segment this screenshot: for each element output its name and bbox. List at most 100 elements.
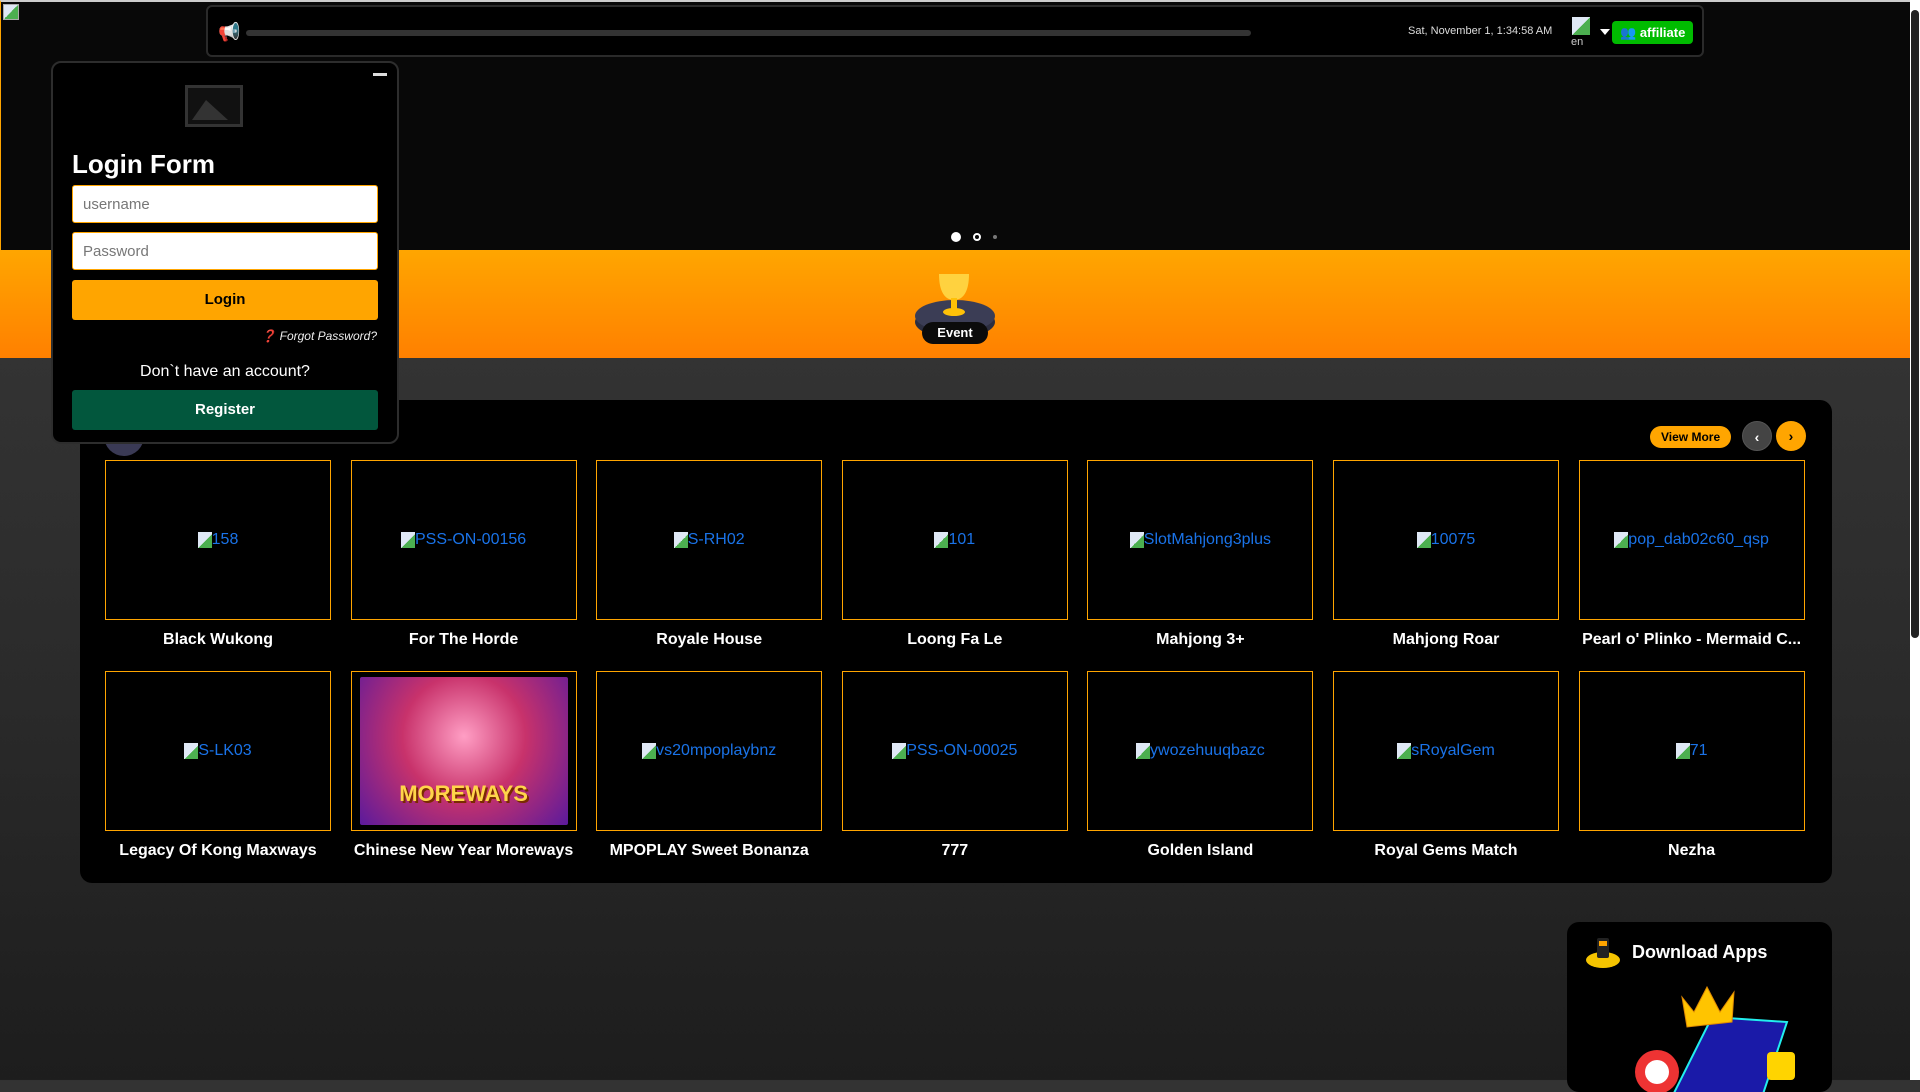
game-thumbnail[interactable]: 71 bbox=[1578, 671, 1805, 831]
game-image-alt: 10075 bbox=[1430, 531, 1476, 548]
game-card[interactable]: 158 Black Wukong bbox=[105, 460, 331, 649]
users-icon: 👥 bbox=[1620, 25, 1637, 40]
carousel-dot[interactable] bbox=[993, 235, 997, 239]
game-card[interactable]: PSS-ON-00156 For The Horde bbox=[350, 460, 577, 649]
game-card[interactable]: PSS-ON-00025 777 bbox=[841, 671, 1068, 860]
broken-image-icon bbox=[892, 743, 907, 759]
event-button[interactable]: Event bbox=[922, 322, 988, 344]
game-thumbnail[interactable]: PSS-ON-00025 bbox=[841, 671, 1068, 831]
announcement-marquee bbox=[246, 30, 1251, 36]
login-button[interactable]: Login bbox=[72, 280, 378, 320]
game-thumbnail[interactable]: S-RH02 bbox=[596, 460, 823, 620]
game-card[interactable]: sRoyalGem Royal Gems Match bbox=[1333, 671, 1559, 860]
game-card[interactable]: pop_dab02c60_qsp Pearl o' Plinko - Mermai… bbox=[1578, 460, 1805, 649]
top-bar: 📢 Sat, November 1, 1:34:58 AM en 👥 affil… bbox=[206, 5, 1704, 57]
game-thumbnail[interactable]: 158 bbox=[105, 460, 331, 620]
broken-image-icon bbox=[934, 532, 949, 548]
game-title[interactable]: Mahjong 3+ bbox=[1087, 631, 1313, 649]
game-thumbnail[interactable]: ywozehuuqbazc bbox=[1087, 671, 1314, 831]
no-account-text: Don`t have an account? bbox=[140, 363, 310, 380]
game-title[interactable]: Golden Island bbox=[1087, 842, 1313, 860]
view-more-button[interactable]: View More bbox=[1650, 426, 1732, 448]
carousel-dot-active[interactable] bbox=[951, 232, 961, 242]
game-thumbnail[interactable]: 101 bbox=[841, 460, 1068, 620]
game-title[interactable]: 777 bbox=[842, 842, 1068, 860]
game-image-alt: 101 bbox=[948, 531, 976, 548]
flag-icon[interactable] bbox=[1572, 17, 1590, 35]
game-thumbnail[interactable]: S-LK03 bbox=[105, 671, 331, 831]
game-thumbnail[interactable]: vs20mpoplaybnz bbox=[596, 671, 823, 831]
password-input[interactable] bbox=[72, 232, 378, 270]
affiliate-label: affiliate bbox=[1639, 25, 1686, 40]
game-title[interactable]: Chinese New Year Moreways bbox=[351, 842, 577, 860]
chevron-down-icon[interactable] bbox=[1600, 29, 1610, 35]
game-card[interactable]: S-LK03 Legacy Of Kong Maxways bbox=[105, 671, 331, 860]
broken-image-icon bbox=[673, 532, 688, 548]
prev-arrow-button[interactable]: ‹ bbox=[1742, 421, 1772, 451]
register-button[interactable]: Register bbox=[72, 390, 378, 430]
game-title[interactable]: MPOPLAY Sweet Bonanza bbox=[596, 842, 822, 860]
game-card[interactable]: S-RH02 Royale House bbox=[596, 460, 823, 649]
game-art-text: MOREWAYS bbox=[399, 781, 528, 806]
broken-image-icon bbox=[1129, 532, 1144, 548]
game-card[interactable]: vs20mpoplaybnz MPOPLAY Sweet Bonanza bbox=[596, 671, 823, 860]
game-image-alt: 158 bbox=[211, 531, 239, 548]
broken-image-icon bbox=[1675, 743, 1690, 759]
game-title[interactable]: Royale House bbox=[596, 631, 822, 649]
game-title[interactable]: Loong Fa Le bbox=[842, 631, 1068, 649]
game-title[interactable]: Pearl o' Plinko - Mermaid C... bbox=[1579, 631, 1805, 649]
broken-image-icon bbox=[1416, 532, 1431, 548]
game-thumbnail[interactable]: MOREWAYS bbox=[350, 671, 577, 831]
game-card[interactable]: ywozehuuqbazc Golden Island bbox=[1087, 671, 1314, 860]
download-apps-panel: Download Apps bbox=[1567, 922, 1832, 1092]
game-title[interactable]: Mahjong Roar bbox=[1333, 631, 1559, 649]
phone-icon bbox=[1586, 938, 1620, 968]
broken-image-icon bbox=[642, 743, 657, 759]
broken-image-icon bbox=[3, 4, 19, 20]
game-thumbnail[interactable]: 10075 bbox=[1333, 460, 1559, 620]
broken-image-icon bbox=[184, 743, 199, 759]
game-image-alt: SlotMahjong3plus bbox=[1143, 531, 1271, 548]
download-apps-title: Download Apps bbox=[1632, 942, 1768, 962]
game-art: MOREWAYS bbox=[359, 677, 568, 825]
game-title[interactable]: Black Wukong bbox=[105, 631, 331, 649]
carousel-dot[interactable] bbox=[973, 233, 981, 241]
game-thumbnail[interactable]: pop_dab02c60_qsp bbox=[1578, 460, 1805, 620]
minimize-icon[interactable] bbox=[373, 73, 387, 76]
game-card[interactable]: 71 Nezha bbox=[1578, 671, 1805, 860]
game-thumbnail[interactable]: sRoyalGem bbox=[1333, 671, 1559, 831]
username-input[interactable] bbox=[72, 185, 378, 223]
game-image-alt: S-LK03 bbox=[198, 742, 252, 759]
broken-image-icon bbox=[197, 532, 212, 548]
broken-image-icon bbox=[401, 532, 415, 548]
game-title[interactable]: Nezha bbox=[1579, 842, 1805, 860]
game-image-alt: pop_dab02c60_qsp bbox=[1628, 531, 1769, 548]
login-title: Login Form bbox=[72, 149, 215, 179]
game-card[interactable]: MOREWAYS Chinese New Year Moreways bbox=[350, 671, 577, 860]
game-title[interactable]: For The Horde bbox=[351, 631, 577, 649]
carousel-dots bbox=[951, 232, 997, 242]
game-image-alt: vs20mpoplaybnz bbox=[656, 742, 777, 759]
game-thumbnail[interactable]: SlotMahjong3plus bbox=[1087, 460, 1314, 620]
game-thumbnail[interactable]: PSS-ON-00156 bbox=[350, 460, 577, 620]
next-arrow-button[interactable]: › bbox=[1776, 421, 1806, 451]
game-image-alt: 71 bbox=[1689, 742, 1708, 759]
forgot-password-link[interactable]: ❓ Forgot Password? bbox=[261, 329, 377, 343]
download-apps-illustration bbox=[1635, 985, 1795, 1092]
broken-image-icon bbox=[1614, 532, 1629, 548]
scrollbar-thumb[interactable] bbox=[1911, 10, 1919, 638]
game-title[interactable]: Legacy Of Kong Maxways bbox=[105, 842, 331, 860]
forgot-label: Forgot Password? bbox=[279, 329, 377, 343]
game-title[interactable]: Royal Gems Match bbox=[1333, 842, 1559, 860]
game-card[interactable]: SlotMahjong3plus Mahjong 3+ bbox=[1087, 460, 1314, 649]
broken-image-icon bbox=[1136, 743, 1151, 759]
game-card[interactable]: 101 Loong Fa Le bbox=[841, 460, 1068, 649]
language-label[interactable]: en bbox=[1571, 36, 1583, 48]
affiliate-button[interactable]: 👥 affiliate bbox=[1612, 21, 1694, 44]
broken-image-icon bbox=[1397, 743, 1412, 759]
game-image-alt: ywozehuuqbazc bbox=[1150, 742, 1265, 759]
game-card[interactable]: 10075 Mahjong Roar bbox=[1333, 460, 1559, 649]
question-icon: ❓ bbox=[261, 329, 277, 343]
datetime: Sat, November 1, 1:34:58 AM bbox=[1408, 25, 1553, 37]
logo-placeholder-icon bbox=[185, 85, 243, 127]
